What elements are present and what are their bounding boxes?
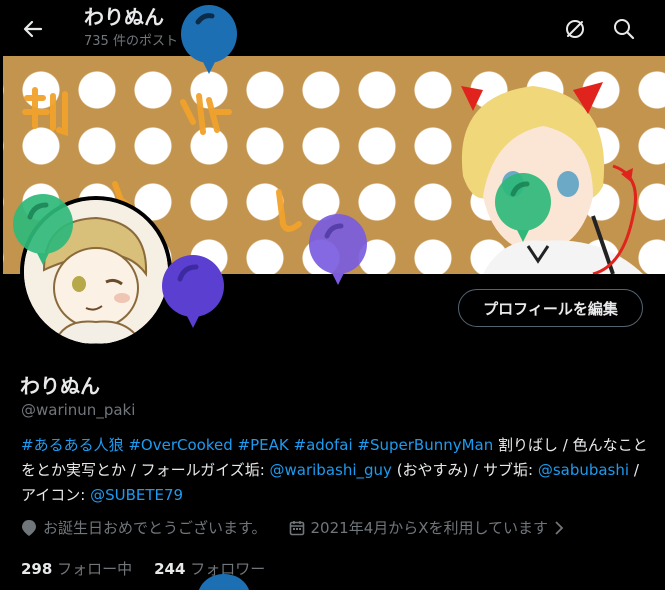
hashtag-link[interactable]: #あるある人狼	[21, 436, 124, 454]
header-title-block: わりぬん 735 件のポスト	[84, 4, 178, 51]
profile-meta: お誕生日おめでとうございます。 2021年4月からXを利用しています	[21, 517, 564, 538]
joined-text: 2021年4月からXを利用しています	[310, 519, 549, 537]
mention-link[interactable]: @waribashi_guy	[270, 461, 392, 479]
chevron-right-icon	[555, 520, 564, 535]
mention-link[interactable]: @sabubashi	[538, 461, 629, 479]
post-count: 735 件のポスト	[84, 34, 178, 49]
followers-link[interactable]: 244 フォロワー	[154, 558, 265, 579]
search-icon	[614, 19, 635, 40]
search-button[interactable]	[607, 12, 641, 46]
following-label: フォロー中	[57, 560, 133, 578]
follow-stats: 298 フォロー中 244 フォロワー	[21, 558, 287, 579]
location-pin-icon	[22, 519, 36, 536]
calendar-icon	[289, 520, 304, 535]
dismiss-button[interactable]	[558, 12, 592, 46]
birthday-text: お誕生日おめでとうございます。	[43, 519, 267, 537]
edit-profile-button[interactable]: プロフィールを編集	[458, 289, 643, 327]
hashtag-link[interactable]: #PEAK	[238, 436, 289, 454]
top-bar: わりぬん 735 件のポスト	[0, 0, 665, 56]
profile-handle: @warinun_paki	[21, 401, 136, 419]
back-button[interactable]	[16, 12, 50, 46]
mention-link[interactable]: @SUBETE79	[90, 486, 183, 504]
profile-name: わりぬん	[20, 374, 100, 398]
joined-item[interactable]: 2021年4月からXを利用しています	[289, 517, 565, 538]
bio-text: (おやすみ) / サブ垢:	[391, 461, 538, 479]
avatar[interactable]	[20, 196, 172, 348]
following-link[interactable]: 298 フォロー中	[21, 558, 132, 579]
banner-character	[461, 82, 643, 274]
followers-count: 244	[154, 560, 186, 578]
hashtag-link[interactable]: #adofai	[294, 436, 353, 454]
profile-bio: #あるある人狼 #OverCooked #PEAK #adofai #Super…	[21, 433, 651, 508]
hashtag-link[interactable]: #SuperBunnyMan	[357, 436, 493, 454]
back-arrow-icon	[23, 20, 43, 38]
followers-label: フォロワー	[190, 560, 266, 578]
page-title: わりぬん	[84, 5, 164, 29]
dismiss-circle-icon	[566, 20, 584, 38]
avatar-illustration	[24, 200, 168, 344]
birthday-item: お誕生日おめでとうございます。	[21, 517, 267, 538]
following-count: 298	[21, 560, 53, 578]
hashtag-link[interactable]: #OverCooked	[128, 436, 232, 454]
